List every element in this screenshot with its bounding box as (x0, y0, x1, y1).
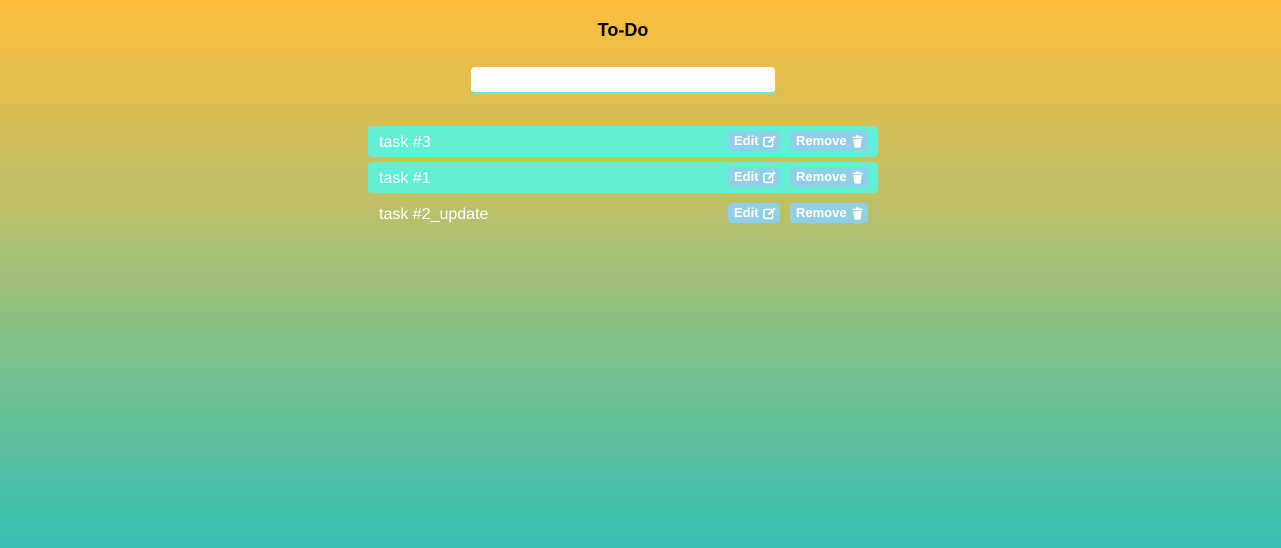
remove-button[interactable]: Remove (790, 131, 868, 151)
task-label: task #3 (379, 134, 431, 151)
remove-button-label: Remove (796, 133, 847, 148)
edit-button[interactable]: Edit (728, 167, 780, 187)
remove-button[interactable]: Remove (790, 203, 868, 223)
task-item: task #3 Edit Remove (368, 126, 878, 157)
edit-button[interactable]: Edit (728, 203, 780, 223)
task-label: task #2_update (379, 206, 489, 223)
trash-icon (851, 206, 864, 220)
edit-button-label: Edit (734, 169, 759, 184)
edit-button[interactable]: Edit (728, 131, 780, 151)
edit-icon (762, 170, 776, 184)
page-title: To-Do (597, 20, 649, 40)
new-task-input[interactable] (471, 67, 775, 94)
edit-button-label: Edit (734, 205, 759, 220)
remove-button-label: Remove (796, 205, 847, 220)
remove-button-label: Remove (796, 169, 847, 184)
edit-button-label: Edit (734, 133, 759, 148)
edit-icon (762, 206, 776, 220)
trash-icon (851, 170, 864, 184)
task-item: task #1 Edit Remove (368, 162, 878, 193)
edit-icon (762, 134, 776, 148)
task-list: task #3 Edit Remove task #1 Edit Remove … (368, 126, 878, 234)
task-item: task #2_update Edit Remove (368, 198, 878, 229)
remove-button[interactable]: Remove (790, 167, 868, 187)
task-label: task #1 (379, 170, 431, 187)
trash-icon (851, 134, 864, 148)
